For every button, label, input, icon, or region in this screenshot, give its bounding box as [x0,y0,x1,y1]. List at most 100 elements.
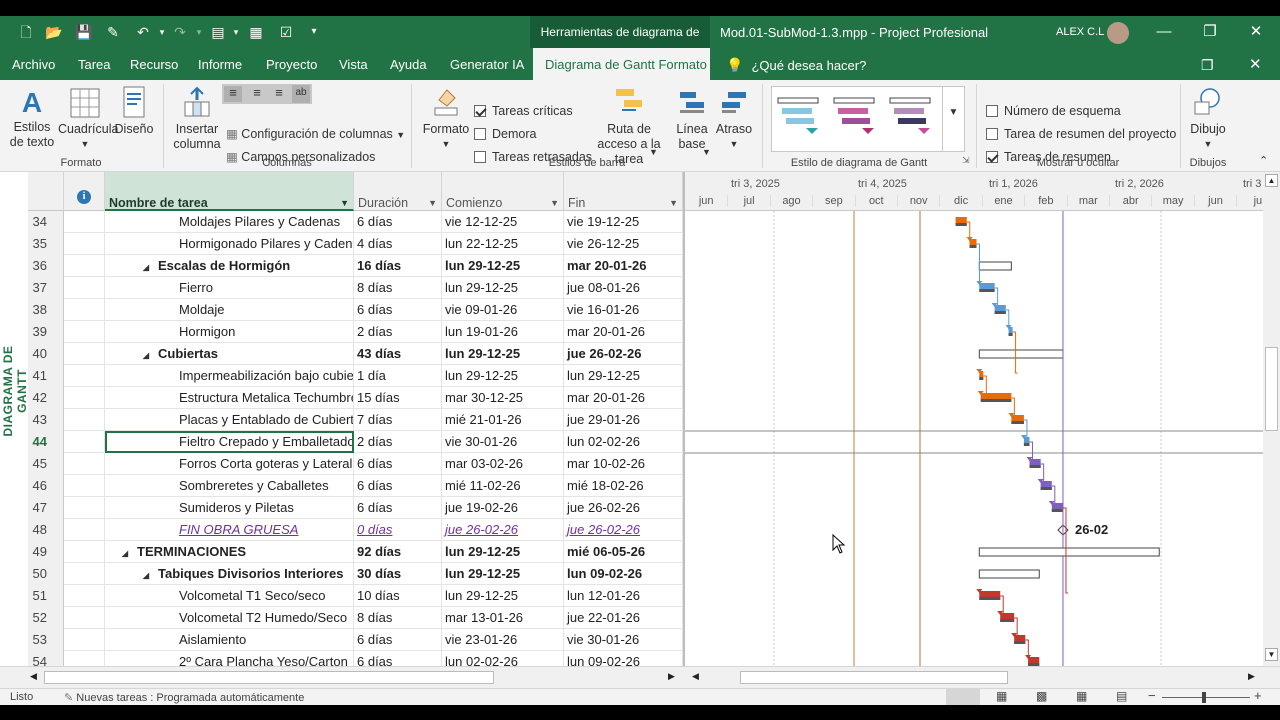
table-row[interactable]: 48 FIN OBRA GRUESA 0 días jue 26-02-26 jue 2… [28,519,683,541]
zoom-out-icon[interactable]: − [1148,688,1156,703]
finish-cell[interactable]: lun 02-02-26 [564,431,683,453]
form-icon[interactable]: ▤ [208,22,228,42]
finish-cell[interactable]: lun 09-02-26 [564,651,683,666]
table-row[interactable]: 37 Fierro 8 días lun 29-12-25 jue 08-01-26 [28,277,683,299]
duration-cell[interactable]: 6 días [354,651,442,666]
table-row[interactable]: 46 Sombreretes y Caballetes 6 días mié 11-0… [28,475,683,497]
view-team-planner-icon[interactable]: ▩ [1036,689,1047,703]
start-cell[interactable]: lun 29-12-25 [442,541,564,563]
duration-cell[interactable]: 6 días [354,497,442,519]
tab-tarea[interactable]: Tarea [78,48,111,80]
start-cell[interactable]: lun 29-12-25 [442,255,564,277]
baseline-button[interactable]: Línea base [672,86,712,152]
save-as-icon[interactable]: ✎ [103,22,123,42]
finish-cell[interactable]: vie 30-01-26 [564,629,683,651]
table-row[interactable]: 53 Aislamiento 6 días vie 23-01-26 vie 30-01… [28,629,683,651]
finish-cell[interactable]: lun 09-02-26 [564,563,683,585]
header-start[interactable]: Comienzo ▼ [442,172,564,211]
vertical-scroll-thumb[interactable] [1265,347,1278,431]
table-scroll-right-icon[interactable]: ▶ [668,671,675,682]
gantt-canvas[interactable]: 26-02 [685,172,1263,666]
task-name-cell[interactable]: Hormigonado Pilares y Cadenas [105,233,354,255]
start-cell[interactable]: lun 29-12-25 [442,343,564,365]
restore-icon[interactable]: ❐ [1187,16,1233,48]
table-row[interactable]: 34 Moldajes Pilares y Cadenas 6 días vie 12… [28,211,683,233]
slippage-button[interactable]: Atraso ▼ [712,86,756,152]
tab-informe[interactable]: Informe [198,48,242,80]
gridlines-button[interactable]: Cuadrícula ▼ [58,86,118,152]
table-row[interactable]: 44 Fieltro Crepado y Emballetado 2 días vie… [28,431,683,453]
row-id[interactable]: 42 [28,387,64,409]
table-row[interactable]: 36 ◢ Escalas de Hormigón 16 días lun 29-12-2… [28,255,683,277]
row-id[interactable]: 35 [28,233,64,255]
tab-recurso[interactable]: Recurso [130,48,178,80]
avatar[interactable] [1107,22,1129,44]
finish-cell[interactable]: mar 20-01-26 [564,321,683,343]
finish-cell[interactable]: vie 19-12-25 [564,211,683,233]
task-name-cell[interactable]: ◢ Escalas de Hormigón [105,255,354,277]
start-cell[interactable]: mié 11-02-26 [442,475,564,497]
finish-cell[interactable]: lun 29-12-25 [564,365,683,387]
header-finish[interactable]: Fin ▼ [564,172,683,211]
table-row[interactable]: 43 Placas y Entablado de Cubierta 7 días mi… [28,409,683,431]
print-preview-icon[interactable]: ▦ [246,22,266,42]
gantt-scroll-left-icon[interactable]: ◀ [692,671,699,682]
project-summary-checkbox[interactable]: Tarea de resumen del proyecto [986,127,1176,141]
gantt-scroll-thumb[interactable] [740,671,1008,684]
table-row[interactable]: 42 Estructura Metalica Techumbre 15 días ma… [28,387,683,409]
task-name-cell[interactable]: Forros Corta goteras y Laterales [105,453,354,475]
critical-tasks-checkbox[interactable]: Tareas críticas [474,104,573,118]
duration-cell[interactable]: 4 días [354,233,442,255]
task-name-cell[interactable]: Estructura Metalica Techumbre [105,387,354,409]
gantt-scroll-right-icon[interactable]: ▶ [1248,671,1255,682]
table-row[interactable]: 45 Forros Corta goteras y Laterales 6 días… [28,453,683,475]
table-row[interactable]: 41 Impermeabilización bajo cubierta 1 día l… [28,365,683,387]
row-id[interactable]: 51 [28,585,64,607]
row-id[interactable]: 39 [28,321,64,343]
start-cell[interactable]: mar 13-01-26 [442,607,564,629]
table-row[interactable]: 51 Volcometal T1 Seco/seco 10 días lun 29-1… [28,585,683,607]
table-row[interactable]: 50 ◢ Tabiques Divisorios Interiores 30 días… [28,563,683,585]
header-indicators[interactable]: i [64,172,105,211]
zoom-in-icon[interactable]: + [1254,688,1262,703]
task-name-cell[interactable]: FIN OBRA GRUESA [105,519,354,541]
finish-cell[interactable]: jue 26-02-26 [564,497,683,519]
gantt-style-magenta[interactable] [832,96,882,140]
finish-cell[interactable]: jue 26-02-26 [564,343,683,365]
bar-format-button[interactable]: Formato ▼ [420,86,472,152]
table-row[interactable]: 49 ◢ TERMINACIONES 92 días lun 29-12-25 mié 0… [28,541,683,563]
table-row[interactable]: 52 Volcometal T2 Humedo/Seco 8 días mar 13-… [28,607,683,629]
drawing-button[interactable]: Dibujo ▼ [1186,86,1230,152]
gantt-style-purple[interactable] [888,96,938,140]
start-cell[interactable]: mar 03-02-26 [442,453,564,475]
finish-cell[interactable]: mar 20-01-26 [564,387,683,409]
finish-cell[interactable]: mar 20-01-26 [564,255,683,277]
row-id[interactable]: 50 [28,563,64,585]
collapse-toggle-icon[interactable]: ◢ [134,257,158,277]
finish-cell[interactable]: jue 22-01-26 [564,607,683,629]
task-name-cell[interactable]: Placas y Entablado de Cubierta [105,409,354,431]
finish-cell[interactable]: vie 16-01-26 [564,299,683,321]
row-id[interactable]: 44 [28,431,64,453]
duration-cell[interactable]: 43 días [354,343,442,365]
finish-cell[interactable]: lun 12-01-26 [564,585,683,607]
start-cell[interactable]: vie 23-01-26 [442,629,564,651]
close-document-icon[interactable]: ✕ [1249,48,1262,80]
open-icon[interactable]: 📂 [44,22,64,42]
task-name-cell[interactable]: ◢ Tabiques Divisorios Interiores [105,563,354,585]
finish-cell[interactable]: jue 26-02-26 [564,519,683,541]
task-name-cell[interactable]: Aislamiento [105,629,354,651]
gantt-style-blue[interactable] [776,96,826,140]
table-scroll-thumb[interactable] [44,671,494,684]
collapse-ribbon-icon[interactable]: ⌃ [1259,154,1268,167]
row-id[interactable]: 38 [28,299,64,321]
row-id[interactable]: 43 [28,409,64,431]
finish-cell[interactable]: mié 06-05-26 [564,541,683,563]
view-report-icon[interactable]: ▤ [1116,689,1127,703]
start-cell[interactable]: lun 22-12-25 [442,233,564,255]
finish-cell[interactable]: vie 26-12-25 [564,233,683,255]
row-id[interactable]: 40 [28,343,64,365]
new-file-icon[interactable]: 🗋 [16,22,36,42]
row-id[interactable]: 41 [28,365,64,387]
tab-vista[interactable]: Vista [339,48,368,80]
